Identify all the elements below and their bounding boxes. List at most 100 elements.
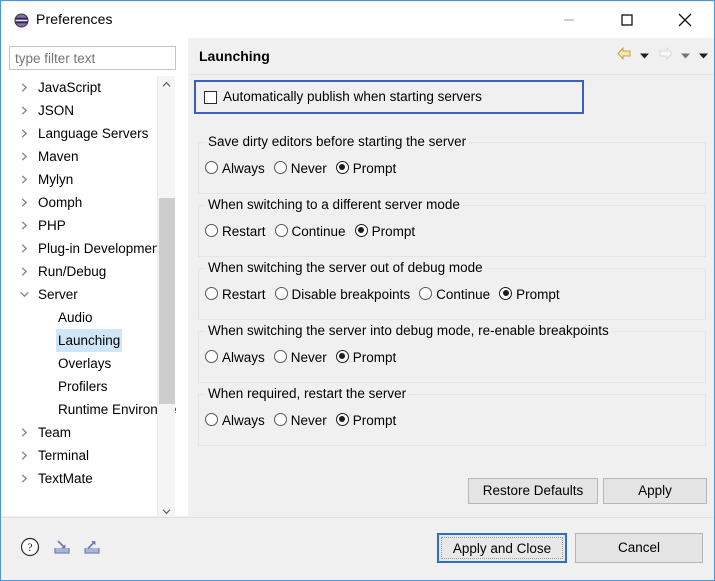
tree-expander-closed[interactable] — [20, 444, 32, 467]
view-menu-button[interactable] — [698, 48, 709, 63]
radio-prompt[interactable]: Prompt — [354, 223, 415, 239]
preferences-tree[interactable]: JavaScript JSON Language Servers Maven Mylyn… — [8, 76, 176, 501]
sidebar-item-terminal[interactable]: Terminal — [8, 444, 176, 467]
radio-indicator[interactable] — [274, 286, 288, 300]
radio-indicator[interactable] — [273, 349, 287, 363]
radio-prompt[interactable]: Prompt — [335, 349, 396, 365]
sidebar-item-overlays[interactable]: Overlays — [8, 352, 176, 375]
group-title: When switching the server out of debug m… — [205, 260, 486, 275]
sidebar-item-maven[interactable]: Maven — [8, 145, 176, 168]
sidebar-item-label: Launching — [56, 329, 123, 352]
sidebar-item-php[interactable]: PHP — [8, 214, 176, 237]
sidebar-item-server[interactable]: Server — [8, 283, 176, 306]
radio-continue[interactable]: Continue — [274, 223, 346, 239]
tree-expander-closed[interactable] — [20, 191, 32, 214]
tree-expander-closed[interactable] — [20, 76, 32, 99]
chevron-down-icon — [681, 53, 691, 58]
forward-history-dropdown[interactable] — [680, 48, 691, 63]
sidebar-item-plug-in-development[interactable]: Plug-in Development — [8, 237, 176, 260]
radio-always[interactable]: Always — [205, 349, 265, 365]
sidebar-item-audio[interactable]: Audio — [8, 306, 176, 329]
tree-expander-closed[interactable] — [20, 99, 32, 122]
tree-expander-closed[interactable] — [20, 145, 32, 168]
radio-indicator[interactable] — [205, 412, 218, 426]
sidebar-item-label: Overlays — [58, 356, 112, 371]
import-icon[interactable] — [50, 535, 74, 559]
sidebar-item-mylyn[interactable]: Mylyn — [8, 168, 176, 191]
forward-button[interactable] — [657, 46, 674, 64]
back-history-dropdown[interactable] — [639, 48, 650, 63]
radio-label: Continue — [436, 286, 491, 302]
radio-never[interactable]: Never — [273, 349, 327, 365]
radio-restart[interactable]: Restart — [205, 286, 266, 302]
apply-and-close-button[interactable]: Apply and Close — [437, 533, 567, 563]
radio-never[interactable]: Never — [273, 160, 327, 176]
sidebar-item-launching[interactable]: Launching — [8, 329, 176, 352]
radio-indicator[interactable] — [205, 286, 218, 300]
auto-publish-checkbox-row[interactable]: Automatically publish when starting serv… — [194, 80, 584, 114]
tree-expander-closed[interactable] — [20, 168, 32, 191]
auto-publish-checkbox[interactable] — [204, 91, 217, 104]
minimize-button[interactable] — [546, 3, 592, 37]
help-icon[interactable]: ? — [18, 535, 42, 559]
maximize-button[interactable] — [604, 3, 650, 37]
radio-label: Prompt — [352, 160, 397, 176]
radio-always[interactable]: Always — [205, 412, 265, 428]
radio-indicator[interactable] — [419, 286, 433, 300]
export-icon[interactable] — [80, 535, 104, 559]
sidebar-item-profilers[interactable]: Profilers — [8, 375, 176, 398]
radio-group: Restart Disable breakpoints Continue Prompt — [205, 285, 569, 302]
settings-group: When required, restart the server Always N… — [198, 386, 706, 446]
sidebar-item-oomph[interactable]: Oomph — [8, 191, 176, 214]
tree-expander-closed[interactable] — [20, 260, 32, 283]
restore-defaults-button[interactable]: Restore Defaults — [468, 478, 598, 504]
apply-button[interactable]: Apply — [603, 478, 707, 504]
sidebar-item-textmate[interactable]: TextMate — [8, 467, 176, 490]
tree-expander-closed[interactable] — [20, 421, 32, 444]
sidebar-item-javascript[interactable]: JavaScript — [8, 76, 176, 99]
radio-continue[interactable]: Continue — [419, 286, 490, 302]
sidebar-item-runtime-environments[interactable]: Runtime Environments — [8, 398, 176, 421]
tree-expander-closed[interactable] — [20, 214, 32, 237]
radio-prompt[interactable]: Prompt — [335, 160, 397, 176]
scroll-up-button[interactable] — [158, 76, 175, 93]
tree-vertical-scrollbar[interactable] — [157, 76, 175, 520]
radio-indicator[interactable] — [335, 412, 349, 426]
radio-indicator[interactable] — [274, 223, 288, 237]
filter-input[interactable] — [9, 46, 176, 70]
radio-disable-breakpoints[interactable]: Disable breakpoints — [274, 286, 410, 302]
tree-scrollbar-thumb[interactable] — [159, 198, 175, 404]
tree-expander-closed[interactable] — [20, 467, 32, 490]
preference-page: Launching Automatically publish when sta… — [190, 38, 714, 516]
chevron-down-icon — [640, 53, 650, 58]
sidebar-item-run-debug[interactable]: Run/Debug — [8, 260, 176, 283]
sidebar-item-json[interactable]: JSON — [8, 99, 176, 122]
radio-indicator[interactable] — [273, 412, 287, 426]
radio-indicator[interactable] — [205, 349, 218, 363]
cancel-button[interactable]: Cancel — [575, 533, 703, 563]
radio-indicator[interactable] — [499, 286, 513, 300]
radio-prompt[interactable]: Prompt — [335, 412, 396, 428]
tree-expander-closed[interactable] — [20, 122, 32, 145]
close-button[interactable] — [662, 3, 708, 37]
radio-indicator[interactable] — [273, 160, 287, 174]
tree-expander-closed[interactable] — [20, 237, 32, 260]
radio-always[interactable]: Always — [205, 160, 265, 176]
radio-indicator[interactable] — [354, 223, 368, 237]
sidebar-item-team[interactable]: Team — [8, 421, 176, 444]
radio-restart[interactable]: Restart — [205, 223, 266, 239]
radio-indicator[interactable] — [335, 349, 349, 363]
radio-indicator[interactable] — [205, 223, 218, 237]
radio-indicator[interactable] — [205, 160, 218, 174]
svg-text:?: ? — [27, 542, 32, 554]
window-title: Preferences — [36, 11, 113, 27]
radio-indicator[interactable] — [335, 160, 349, 174]
sidebar-item-language-servers[interactable]: Language Servers — [8, 122, 176, 145]
radio-group: Restart Continue Prompt — [205, 222, 424, 239]
back-button[interactable] — [616, 46, 633, 64]
sidebar-item-label: Profilers — [58, 379, 108, 394]
tree-expander-open[interactable] — [20, 283, 32, 306]
radio-prompt[interactable]: Prompt — [499, 286, 560, 302]
auto-publish-label: Automatically publish when starting serv… — [223, 89, 482, 104]
radio-never[interactable]: Never — [273, 412, 327, 428]
